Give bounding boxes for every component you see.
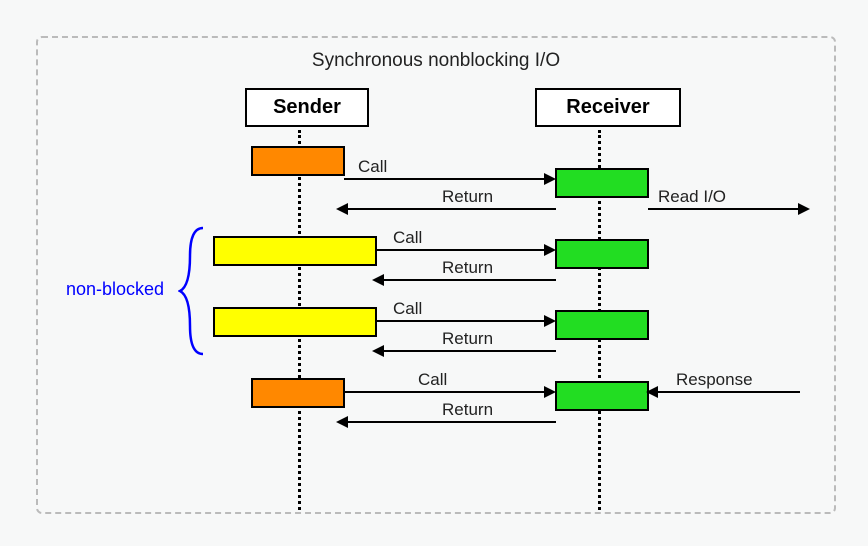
return-arrow-2 [384,279,556,281]
return-arrow-4 [348,421,556,423]
return-arrowhead-2 [372,274,384,286]
sender-activation-4 [251,378,345,408]
diagram-frame: Synchronous nonblocking I/O Sender Recei… [36,36,836,514]
return-arrowhead-4 [336,416,348,428]
call-arrow-4 [344,391,546,393]
return-label-4: Return [442,400,493,420]
return-arrow-3 [384,350,556,352]
response-arrowhead [646,386,658,398]
call-label-2: Call [393,228,422,248]
receiver-actor: Receiver [535,88,681,127]
nonblocked-label: non-blocked [66,279,164,300]
sender-activation-1 [251,146,345,176]
return-arrowhead-1 [336,203,348,215]
readio-label: Read I/O [658,187,726,207]
sender-activation-3 [213,307,377,337]
call-label-4: Call [418,370,447,390]
call-label-3: Call [393,299,422,319]
brace-icon [178,226,208,356]
call-arrow-1 [344,178,546,180]
receiver-activation-3 [555,310,649,340]
diagram-title: Synchronous nonblocking I/O [312,50,560,72]
return-label-1: Return [442,187,493,207]
readio-arrow [648,208,800,210]
return-label-3: Return [442,329,493,349]
sender-activation-2 [213,236,377,266]
response-arrow [658,391,800,393]
receiver-activation-1 [555,168,649,198]
call-label-1: Call [358,157,387,177]
return-arrow-1 [348,208,556,210]
call-arrow-2 [376,249,546,251]
response-label: Response [676,370,753,390]
return-label-2: Return [442,258,493,278]
receiver-activation-4 [555,381,649,411]
sender-actor: Sender [245,88,369,127]
return-arrowhead-3 [372,345,384,357]
receiver-activation-2 [555,239,649,269]
readio-arrowhead [798,203,810,215]
call-arrow-3 [376,320,546,322]
